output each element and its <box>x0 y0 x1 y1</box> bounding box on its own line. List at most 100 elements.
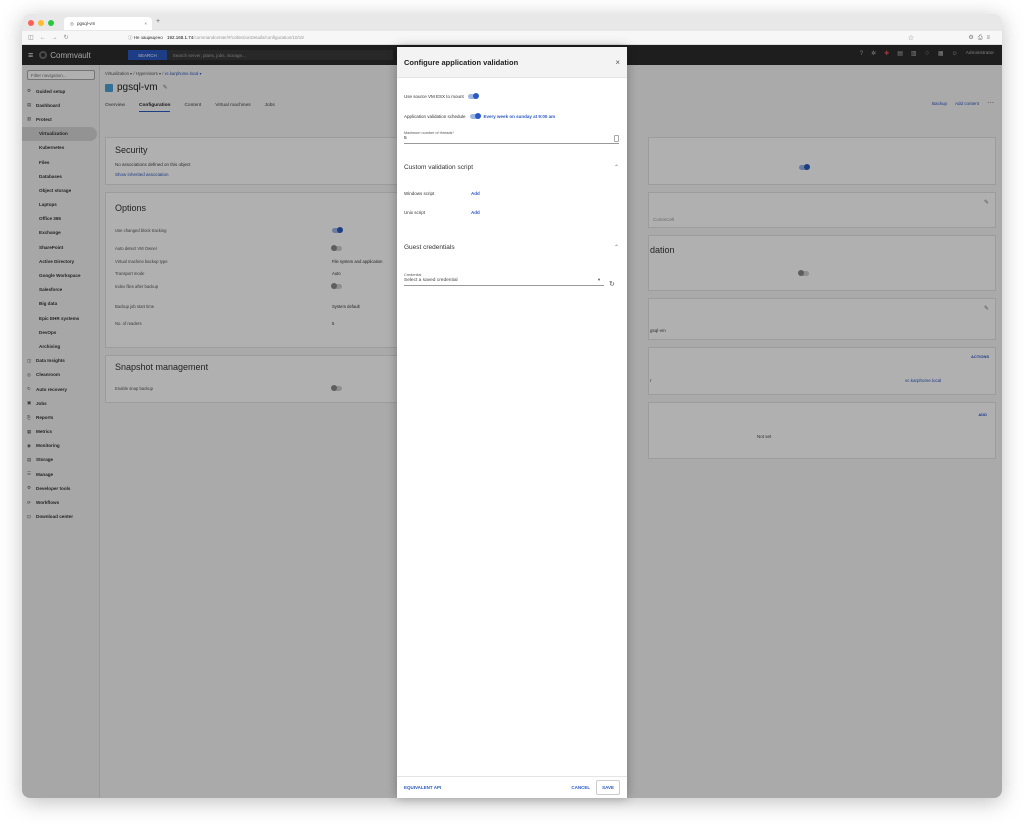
sidebar-item-files[interactable]: Files <box>22 155 99 169</box>
reload-icon[interactable]: ↻ <box>64 34 69 41</box>
report-icon[interactable]: ▤ <box>897 50 903 57</box>
sidebar-item-download-center[interactable]: ⊡ Download center <box>22 510 99 524</box>
use-source-esx-toggle[interactable] <box>467 93 479 99</box>
alert-icon[interactable]: ✚ <box>884 50 889 57</box>
refresh-icon[interactable]: ↻ <box>609 280 615 288</box>
sidebar-item-protect[interactable]: ▥ Protect <box>22 112 99 126</box>
calendar-icon[interactable]: ▦ <box>938 50 944 57</box>
sidebar-item-databases[interactable]: Databases <box>22 169 99 183</box>
breadcrumb-virtualization[interactable]: Virtualization ▾ <box>105 71 132 76</box>
sidebar-item-dashboard[interactable]: ▤ Dashboard <box>22 98 99 112</box>
sidebar-item-sharepoint[interactable]: SharePoint <box>22 240 99 254</box>
index-files-toggle[interactable] <box>331 283 342 290</box>
add-unix-script-link[interactable]: Add <box>471 210 480 215</box>
sidebar-item-exchange[interactable]: Exchange <box>22 226 99 240</box>
sidebar-item-object-storage[interactable]: Object storage <box>22 183 99 197</box>
sidebar-item-jobs[interactable]: ▣ Jobs <box>22 396 99 410</box>
sidebar-item-archiving[interactable]: Archiving <box>22 339 99 353</box>
user-name[interactable]: Administrator <box>966 51 994 56</box>
schedule-link[interactable]: Every week on sunday at 9:00 am <box>484 114 556 119</box>
show-inherited-association-link[interactable]: Show inherited association <box>115 172 169 177</box>
browser-menu-icons[interactable]: ⚙⎙≡ <box>968 34 994 42</box>
right-card-toggle[interactable] <box>799 164 810 171</box>
sidebar-item-salesforce[interactable]: Salesforce <box>22 283 99 297</box>
save-button[interactable]: SAVE <box>596 780 620 795</box>
credential-dropdown[interactable]: Select a saved credential ▼ <box>404 277 604 286</box>
tab-configuration[interactable]: Configuration <box>139 103 171 112</box>
sidebar-item-devops[interactable]: DevOps <box>22 325 99 339</box>
sidebar-item-reports[interactable]: ⎘ Reports <box>22 410 99 424</box>
actions-menu[interactable]: ACTIONS <box>971 354 989 359</box>
sidebar-item-monitoring[interactable]: ◉ Monitoring <box>22 439 99 453</box>
close-icon[interactable]: × <box>615 58 620 67</box>
chevron-up-icon[interactable]: ⌃ <box>614 244 619 251</box>
cancel-button[interactable]: CANCEL <box>571 785 590 790</box>
menu-icon[interactable]: ≡ <box>28 50 33 60</box>
credential-select[interactable]: Credential Select a saved credential ▼ <box>404 273 604 286</box>
url-field[interactable]: ⓘ Не защищено 192.168.1.74/commandcenter… <box>128 35 304 41</box>
search-input[interactable]: Search server, plans, jobs, storage... <box>173 53 246 58</box>
validation-toggle[interactable] <box>798 270 809 277</box>
maximize-window-button[interactable] <box>48 19 54 26</box>
equivalent-api-button[interactable]: EQUIVALENT API <box>404 785 441 790</box>
sidebar-item-office-365[interactable]: Office 365 <box>22 212 99 226</box>
add-windows-script-link[interactable]: Add <box>471 191 480 196</box>
snap-backup-toggle[interactable] <box>331 385 342 392</box>
tab-jobs[interactable]: Jobs <box>265 103 275 112</box>
back-icon[interactable]: ← <box>40 35 46 41</box>
backup-link[interactable]: Backup <box>932 101 947 106</box>
global-search[interactable]: SEARCH Search server, plans, jobs, stora… <box>128 50 393 60</box>
sidebar-item-manage[interactable]: ☰ Manage <box>22 467 99 481</box>
breadcrumb-hypervisors[interactable]: Hypervisors ▾ <box>136 71 161 76</box>
edit-icon[interactable]: ✎ <box>984 305 989 312</box>
sidebar-item-virtualization[interactable]: Virtualization <box>22 126 97 141</box>
sidebar-item-metrics[interactable]: ▦ Metrics <box>22 425 99 439</box>
app-logo[interactable]: Commvault <box>39 51 91 60</box>
sidebar-item-laptops[interactable]: Laptops <box>22 198 99 212</box>
sidebar-item-guided-setup[interactable]: ⚙ Guided setup <box>22 84 99 98</box>
cbt-toggle[interactable] <box>332 227 343 234</box>
schedule-toggle[interactable] <box>469 113 481 119</box>
max-threads-field[interactable]: Maximum number of threads* 5 <box>404 131 619 144</box>
edit-icon[interactable]: ✎ <box>163 84 168 91</box>
settings-icon[interactable]: ✲ <box>871 50 876 57</box>
hypervisor-link[interactable]: vc.karphome.local <box>905 378 941 383</box>
tab-content[interactable]: Content <box>184 103 201 112</box>
sidebar-item-google-workspace[interactable]: Google Workspace <box>22 268 99 282</box>
sidebar-item-big-data[interactable]: Big data <box>22 297 99 311</box>
sidebar-item-kubernetes[interactable]: Kubernetes <box>22 141 99 155</box>
sidebar-item-developer-tools[interactable]: ⚙ Developer tools <box>22 481 99 495</box>
custom-script-section[interactable]: Custom validation script ⌃ <box>404 164 619 171</box>
sidebar-toggle-icon[interactable]: ◫ <box>28 34 34 41</box>
user-icon[interactable]: ☺ <box>952 51 958 57</box>
sidebar-item-epic-ehr-systems[interactable]: Epic EHR systems <box>22 311 99 325</box>
sidebar-item-workflows[interactable]: ⟳ Workflows <box>22 495 99 509</box>
dropdown-arrow-icon[interactable]: ▼ <box>597 277 601 282</box>
sidebar-item-storage[interactable]: ▤ Storage <box>22 453 99 467</box>
notifications-icon[interactable]: ♢ <box>925 50 930 57</box>
more-actions-icon[interactable]: ⋯ <box>987 99 994 107</box>
close-window-button[interactable] <box>28 19 34 26</box>
sidebar-item-active-directory[interactable]: Active Directory <box>22 254 99 268</box>
search-button[interactable]: SEARCH <box>128 50 167 60</box>
auto-detect-owner-toggle[interactable] <box>331 245 342 252</box>
add-content-link[interactable]: Add content <box>955 101 979 106</box>
number-stepper[interactable] <box>614 135 619 142</box>
filter-navigation-input[interactable]: Filter navigation... <box>27 70 95 80</box>
browser-tab[interactable]: ◎ pgsql-vm × <box>64 17 152 30</box>
max-threads-input[interactable]: 5 <box>404 135 619 144</box>
bookmark-star-icon[interactable]: ☆ <box>908 34 914 42</box>
forward-icon[interactable]: → <box>52 35 58 41</box>
add-button[interactable]: ADD <box>978 412 987 417</box>
guest-credentials-section[interactable]: Guest credentials ⌃ <box>404 244 619 251</box>
sidebar-item-cleanroom[interactable]: ◎ Cleanroom <box>22 368 99 382</box>
sidebar-item-auto-recovery[interactable]: ↻ Auto recovery <box>22 382 99 396</box>
sidebar-item-data-insights[interactable]: ◫ Data Insights <box>22 354 99 368</box>
tab-close-icon[interactable]: × <box>144 21 147 26</box>
edit-icon[interactable]: ✎ <box>984 199 989 206</box>
minimize-window-button[interactable] <box>38 19 44 26</box>
chevron-up-icon[interactable]: ⌃ <box>614 164 619 171</box>
breadcrumb-vcenter[interactable]: vc.karphome.local ▾ <box>165 71 202 76</box>
help-icon[interactable]: ? <box>860 51 863 57</box>
tab-virtual-machines[interactable]: Virtual machines <box>215 103 250 112</box>
